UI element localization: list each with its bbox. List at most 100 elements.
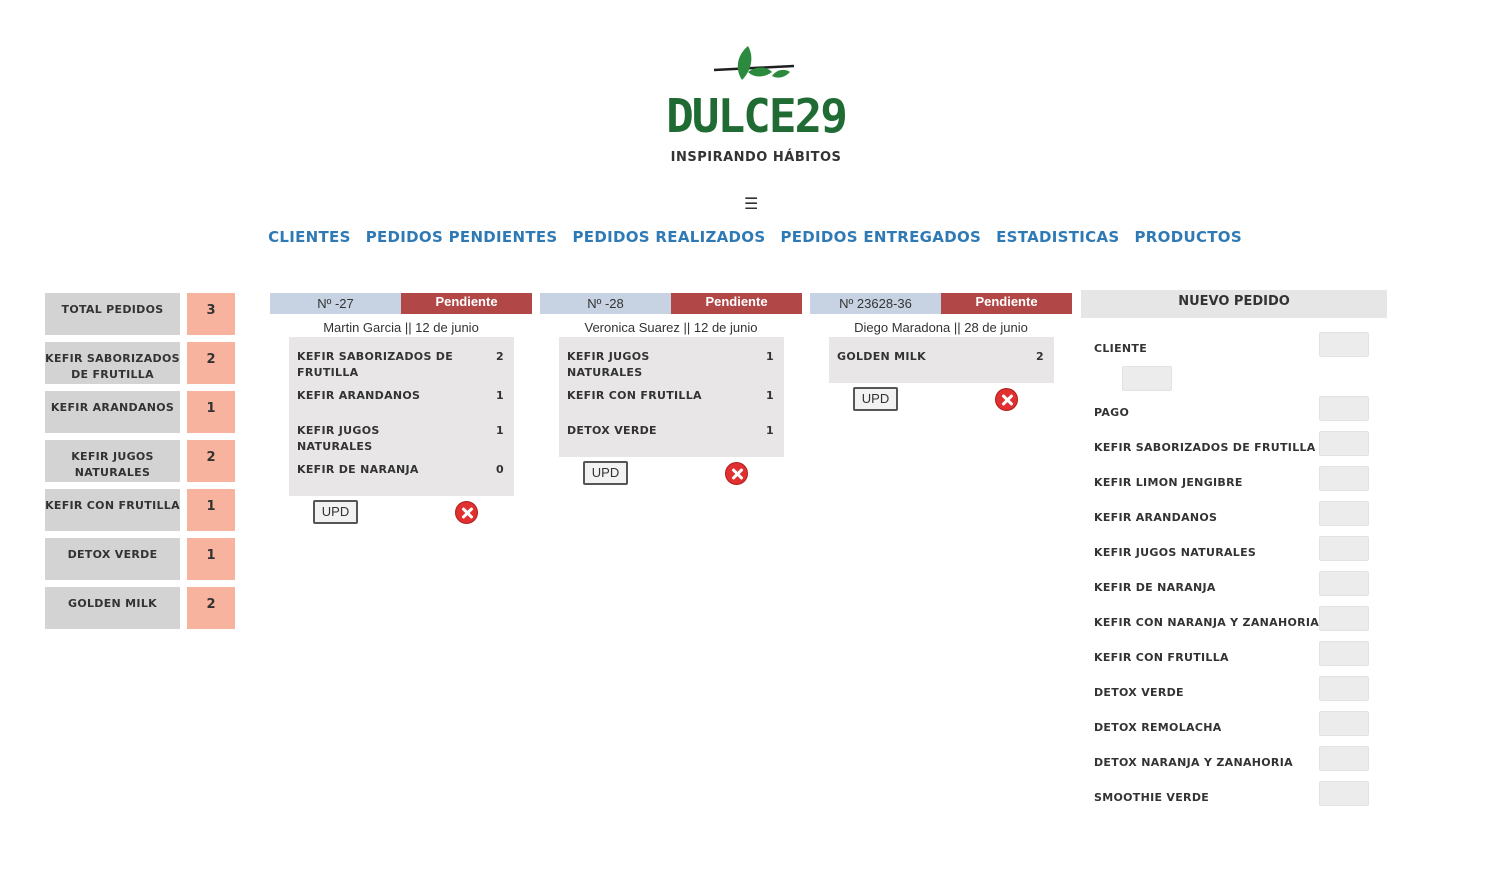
quantity-input[interactable] [1319, 746, 1369, 771]
delete-icon[interactable] [995, 388, 1018, 411]
order-client: Veronica Suarez || 12 de junio [584, 320, 758, 335]
order-item-name: KEFIR ARANDANOS [297, 389, 421, 402]
order-item: KEFIR SABORIZADOS DE FRUTILLA 2 [289, 342, 514, 381]
order-item-qty: 1 [496, 424, 504, 437]
field-label: KEFIR CON FRUTILLA [1094, 651, 1229, 664]
total-row: KEFIR JUGOS NATURALES 2 [45, 440, 235, 482]
upd-button[interactable]: UPD [853, 387, 898, 411]
quantity-input[interactable] [1319, 536, 1369, 561]
menu-icon[interactable]: ☰ [744, 194, 758, 213]
cliente-secondary-input[interactable] [1122, 366, 1172, 391]
order-item-qty: 1 [766, 389, 774, 402]
order-status-badge[interactable]: Pendiente [671, 293, 802, 314]
delete-icon[interactable] [725, 462, 748, 485]
quantity-input[interactable] [1319, 501, 1369, 526]
order-actions: UPD [540, 457, 802, 487]
order-item-qty: 1 [766, 424, 774, 437]
form-row-product: KEFIR SABORIZADOS DE FRUTILLA [1081, 429, 1387, 464]
field-label: DETOX NARANJA Y ZANAHORIA [1094, 756, 1293, 769]
total-label: KEFIR CON FRUTILLA [45, 489, 180, 531]
pago-input[interactable] [1319, 396, 1369, 421]
upd-button[interactable]: UPD [313, 500, 358, 524]
order-item-qty: 2 [1036, 350, 1044, 363]
field-label: KEFIR ARANDANOS [1094, 511, 1218, 524]
total-row: KEFIR SABORIZADOS DE FRUTILLA 2 [45, 342, 235, 384]
field-label: KEFIR DE NARANJA [1094, 581, 1216, 594]
total-row: KEFIR CON FRUTILLA 1 [45, 489, 235, 531]
quantity-input[interactable] [1319, 606, 1369, 631]
quantity-input[interactable] [1319, 641, 1369, 666]
order-item: KEFIR CON FRUTILLA 1 [559, 381, 784, 416]
order-item-qty: 1 [766, 350, 774, 363]
order-item-name: KEFIR CON FRUTILLA [567, 389, 702, 402]
order-number: Nº -27 [270, 293, 401, 314]
order-item-name: KEFIR SABORIZADOS DE FRUTILLA [297, 350, 454, 379]
total-value: 2 [187, 440, 235, 482]
order-header: Nº -27 Pendiente [270, 293, 532, 314]
brand-tagline: INSPIRANDO HÁBITOS [670, 150, 842, 165]
order-header: Nº 23628-36 Pendiente [810, 293, 1072, 314]
quantity-input[interactable] [1319, 676, 1369, 701]
order-actions: UPD [810, 383, 1072, 413]
order-item: GOLDEN MILK 2 [829, 342, 1054, 377]
field-label: DETOX REMOLACHA [1094, 721, 1222, 734]
order-status-badge[interactable]: Pendiente [941, 293, 1072, 314]
form-row-pago: PAGO [1081, 394, 1387, 429]
nav-clientes[interactable]: CLIENTES [268, 228, 351, 246]
field-label: KEFIR SABORIZADOS DE FRUTILLA [1094, 441, 1316, 454]
nav-estadisticas[interactable]: ESTADISTICAS [996, 228, 1119, 246]
total-value: 1 [187, 391, 235, 433]
field-label: KEFIR JUGOS NATURALES [1094, 546, 1257, 559]
order-number: Nº -28 [540, 293, 671, 314]
order-items: KEFIR SABORIZADOS DE FRUTILLA 2 KEFIR AR… [289, 337, 514, 496]
upd-button[interactable]: UPD [583, 461, 628, 485]
delete-icon[interactable] [455, 501, 478, 524]
total-value: 2 [187, 342, 235, 384]
leaf-icon [713, 46, 795, 80]
order-number: Nº 23628-36 [810, 293, 941, 314]
order-header: Nº -28 Pendiente [540, 293, 802, 314]
form-row-product: DETOX REMOLACHA [1081, 709, 1387, 744]
order-item: KEFIR JUGOS NATURALES 1 [289, 416, 514, 455]
order-items: GOLDEN MILK 2 [829, 337, 1054, 383]
field-label: KEFIR CON NARANJA Y ZANAHORIA [1094, 616, 1320, 629]
total-label: TOTAL PEDIDOS [45, 293, 180, 335]
total-label: KEFIR ARANDANOS [45, 391, 180, 433]
brand-logo: DULCE29 INSPIRANDO HÁBITOS [666, 42, 848, 174]
form-row-product: SMOOTHIE VERDE [1081, 779, 1387, 814]
form-row-product: KEFIR DE NARANJA [1081, 569, 1387, 604]
nav-productos[interactable]: PRODUCTOS [1135, 228, 1242, 246]
nav-pedidos-pendientes[interactable]: PEDIDOS PENDIENTES [366, 228, 558, 246]
nav-pedidos-realizados[interactable]: PEDIDOS REALIZADOS [573, 228, 766, 246]
total-row: GOLDEN MILK 2 [45, 587, 235, 629]
order-card: Nº -28 Pendiente Veronica Suarez || 12 d… [540, 293, 802, 487]
nuevo-pedido-title: NUEVO PEDIDO [1081, 290, 1387, 318]
total-value: 1 [187, 538, 235, 580]
order-item-qty: 0 [496, 463, 504, 476]
form-row-product: DETOX NARANJA Y ZANAHORIA [1081, 744, 1387, 779]
form-row-product: KEFIR CON NARANJA Y ZANAHORIA [1081, 604, 1387, 639]
order-item: KEFIR JUGOS NATURALES 1 [559, 342, 784, 381]
quantity-input[interactable] [1319, 466, 1369, 491]
form-row-product: DETOX VERDE [1081, 674, 1387, 709]
order-item: KEFIR ARANDANOS 1 [289, 381, 514, 416]
total-label: KEFIR SABORIZADOS DE FRUTILLA [45, 342, 180, 384]
quantity-input[interactable] [1319, 781, 1369, 806]
form-row-cliente: CLIENTE [1081, 330, 1387, 365]
total-value: 2 [187, 587, 235, 629]
quantity-input[interactable] [1319, 431, 1369, 456]
order-status-badge[interactable]: Pendiente [401, 293, 532, 314]
field-label: KEFIR LIMON JENGIBRE [1094, 476, 1243, 489]
form-row-product: KEFIR ARANDANOS [1081, 499, 1387, 534]
order-item-name: KEFIR JUGOS NATURALES [297, 424, 380, 453]
nav-pedidos-entregados[interactable]: PEDIDOS ENTREGADOS [780, 228, 981, 246]
total-value: 1 [187, 489, 235, 531]
quantity-input[interactable] [1319, 711, 1369, 736]
quantity-input[interactable] [1319, 571, 1369, 596]
form-row-product: KEFIR CON FRUTILLA [1081, 639, 1387, 674]
brand-name: DULCE29 [666, 89, 848, 143]
order-item-qty: 2 [496, 350, 504, 363]
cliente-input[interactable] [1319, 332, 1369, 357]
order-client: Diego Maradona || 28 de junio [854, 320, 1028, 335]
order-card: Nº -27 Pendiente Martin Garcia || 12 de … [270, 293, 532, 526]
